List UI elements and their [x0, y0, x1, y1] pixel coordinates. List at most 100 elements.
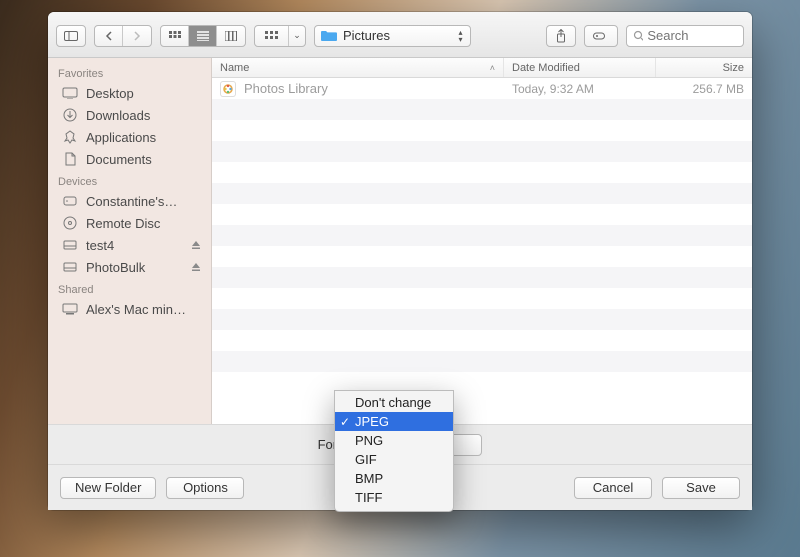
file-date: Today, 9:32 AM [504, 82, 656, 96]
file-name: Photos Library [244, 81, 328, 96]
eject-icon[interactable] [191, 260, 203, 275]
sidebar-toggle[interactable] [57, 26, 85, 46]
format-option-dont-change[interactable]: Don't change [335, 393, 453, 412]
empty-row [212, 288, 752, 309]
eject-icon[interactable] [191, 238, 203, 253]
sidebar-item-label: Desktop [86, 86, 203, 101]
column-header: Name ˄ Date Modified Size [212, 58, 752, 78]
file-row[interactable]: Photos Library Today, 9:32 AM 256.7 MB [212, 78, 752, 99]
sidebar-item-photobulk[interactable]: PhotoBulk [48, 256, 211, 278]
arrange-group: ⌄ [254, 25, 306, 47]
sidebar-item-label: Documents [86, 152, 203, 167]
empty-row [212, 162, 752, 183]
sidebar-item-remote-disc[interactable]: Remote Disc [48, 212, 211, 234]
empty-row [212, 99, 752, 120]
format-option-bmp[interactable]: BMP [335, 469, 453, 488]
desktop-icon [62, 85, 78, 101]
share-icon [555, 29, 567, 43]
sidebar-item-alex-mac[interactable]: Alex's Mac min… [48, 298, 211, 320]
sort-asc-icon: ˄ [490, 63, 495, 73]
chevron-down-icon: ⌄ [293, 30, 301, 41]
new-folder-button[interactable]: New Folder [60, 477, 156, 499]
back-button[interactable] [95, 26, 123, 46]
empty-row [212, 351, 752, 372]
sidebar-heading-devices: Devices [48, 170, 211, 190]
format-option-tiff[interactable]: TIFF [335, 488, 453, 507]
empty-row [212, 267, 752, 288]
sidebar-item-documents[interactable]: Documents [48, 148, 211, 170]
arrange-dropdown[interactable]: ⌄ [289, 26, 305, 46]
share-button[interactable] [546, 25, 576, 47]
optical-icon [62, 215, 78, 231]
tags-button[interactable] [584, 25, 618, 47]
list-view-button[interactable] [189, 26, 217, 46]
chevron-right-icon [133, 31, 141, 41]
computer-icon [62, 301, 78, 317]
format-popup-menu: Don't change JPEG PNG GIF BMP TIFF [334, 390, 454, 512]
empty-row [212, 225, 752, 246]
save-button[interactable]: Save [662, 477, 740, 499]
pictures-folder-icon [321, 29, 337, 42]
forward-button[interactable] [123, 26, 151, 46]
icon-view-button[interactable] [161, 26, 189, 46]
documents-icon [62, 151, 78, 167]
dialog-body: Favorites Desktop Downloads Applications… [48, 58, 752, 424]
column-date-label: Date Modified [512, 62, 580, 74]
search-field[interactable] [626, 25, 744, 47]
column-size[interactable]: Size [656, 58, 752, 77]
columns-icon [225, 31, 237, 41]
format-option-png[interactable]: PNG [335, 431, 453, 450]
sidebar-item-label: Applications [86, 130, 203, 145]
disk-icon [62, 193, 78, 209]
path-selector[interactable]: Pictures ▴▾ [314, 25, 471, 47]
view-mode-group [160, 25, 246, 47]
column-name[interactable]: Name ˄ [212, 58, 504, 77]
sidebar-toggle-group [56, 25, 86, 47]
sidebar-item-label: Remote Disc [86, 216, 203, 231]
column-date[interactable]: Date Modified [504, 58, 656, 77]
sidebar-icon [64, 31, 78, 41]
sidebar-item-constantine[interactable]: Constantine's… [48, 190, 211, 212]
grid-icon [169, 31, 181, 41]
sidebar-item-label: PhotoBulk [86, 260, 183, 275]
file-rows: Photos Library Today, 9:32 AM 256.7 MB [212, 78, 752, 424]
list-icon [197, 31, 209, 41]
sidebar-item-label: Downloads [86, 108, 203, 123]
updown-icon: ▴▾ [454, 29, 466, 43]
column-view-button[interactable] [217, 26, 245, 46]
arrange-button[interactable] [255, 26, 289, 46]
sidebar: Favorites Desktop Downloads Applications… [48, 58, 212, 424]
sidebar-item-test4[interactable]: test4 [48, 234, 211, 256]
ext-disk-icon [62, 259, 78, 275]
toolbar: ⌄ Pictures ▴▾ [48, 12, 752, 58]
sidebar-item-downloads[interactable]: Downloads [48, 104, 211, 126]
nav-group [94, 25, 152, 47]
empty-row [212, 309, 752, 330]
sidebar-item-applications[interactable]: Applications [48, 126, 211, 148]
cancel-button[interactable]: Cancel [574, 477, 652, 499]
sidebar-heading-shared: Shared [48, 278, 211, 298]
sidebar-heading-favorites: Favorites [48, 62, 211, 82]
search-icon [633, 30, 643, 42]
empty-row [212, 372, 752, 393]
format-option-jpeg[interactable]: JPEG [335, 412, 453, 431]
search-input[interactable] [647, 28, 737, 43]
options-button[interactable]: Options [166, 477, 244, 499]
ext-disk-icon [62, 237, 78, 253]
sidebar-item-desktop[interactable]: Desktop [48, 82, 211, 104]
format-option-gif[interactable]: GIF [335, 450, 453, 469]
path-label: Pictures [343, 28, 448, 43]
column-size-label: Size [723, 62, 744, 74]
empty-row [212, 330, 752, 351]
empty-row [212, 204, 752, 225]
applications-icon [62, 129, 78, 145]
empty-row [212, 183, 752, 204]
file-size: 256.7 MB [656, 82, 752, 96]
empty-row [212, 141, 752, 162]
sidebar-item-label: test4 [86, 238, 183, 253]
empty-row [212, 246, 752, 267]
grid-arrange-icon [265, 31, 279, 41]
photos-library-icon [220, 81, 236, 97]
empty-row [212, 120, 752, 141]
sidebar-item-label: Alex's Mac min… [86, 302, 203, 317]
